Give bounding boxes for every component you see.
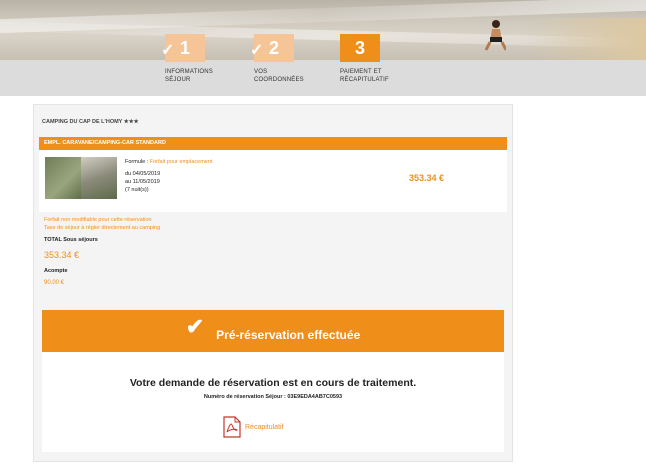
step-number: ✓ 2 xyxy=(250,34,294,62)
note-line: Taxe de séjour à régler directement au c… xyxy=(44,225,161,231)
step-number: 3 xyxy=(340,34,380,62)
step-label: Vos coordonnées xyxy=(254,69,304,83)
reservation-panel: CAMPING DU CAP DE L'HOMY ★★★ EMPL. CARAV… xyxy=(33,104,513,462)
offer-photo xyxy=(45,157,117,199)
total-label: TOTAL Sous séjours xyxy=(44,237,98,243)
step-label: Informations séjour xyxy=(165,69,213,83)
total-value: 353.34 € xyxy=(44,250,80,260)
pdf-icon xyxy=(223,416,241,438)
processing-text: Votre demande de réservation est en cour… xyxy=(129,377,417,389)
check-icon: ✔ xyxy=(185,314,205,339)
recap-label: Récapitulatif xyxy=(245,423,284,431)
recap-link[interactable]: Récapitulatif xyxy=(223,414,284,440)
date-from: du 04/05/2019 xyxy=(125,171,161,177)
offer-price: 353.34 € xyxy=(409,173,445,183)
notes: Forfait non modifiable pour cette réserv… xyxy=(44,216,160,232)
confirmation-banner: ✔ Pré-réservation effectuée xyxy=(42,310,504,352)
note-line: Forfait non modifiable pour cette réserv… xyxy=(44,217,152,223)
step-number: ✓ 1 xyxy=(161,34,205,62)
nights: (7 nuit(s)) xyxy=(125,187,149,193)
step-number-value: 2 xyxy=(268,37,279,58)
date-to: au 11/05/2019 xyxy=(125,179,160,185)
camping-name: CAMPING DU CAP DE L'HOMY ★★★ xyxy=(42,119,139,125)
offer-title: EMPL. CARAVANE/CAMPING-CAR STANDARD xyxy=(39,137,507,150)
beach-sand xyxy=(526,18,646,60)
confirmation-text: Pré-réservation effectuée xyxy=(216,328,361,342)
step-2[interactable]: ✓ 2 Vos coordonnées xyxy=(250,34,344,84)
step-3: 3 Paiement et récapitulatif xyxy=(340,34,430,84)
check-icon: ✓ xyxy=(250,42,264,59)
confirmation-body: Votre demande de réservation est en cour… xyxy=(42,352,504,452)
reservation-number: Numéro de réservation Séjour : 03E9EDA4A… xyxy=(203,394,343,400)
offer-card: Formule : Forfait pour emplacement du 04… xyxy=(39,150,507,212)
step-number-value: 3 xyxy=(354,37,365,58)
check-icon: ✓ xyxy=(161,42,175,59)
deposit-value: 90.00 € xyxy=(44,280,65,286)
deposit-label: Acompte xyxy=(44,268,68,274)
formula-value: Forfait pour emplacement xyxy=(149,159,213,165)
step-number-value: 1 xyxy=(179,37,190,58)
offer-info: Formule : Forfait pour emplacement du 04… xyxy=(125,158,212,194)
step-label: Paiement et récapitulatif xyxy=(340,69,389,83)
person-image xyxy=(484,20,506,51)
formula-label: Formule : xyxy=(125,159,149,165)
step-1[interactable]: ✓ 1 Informations séjour xyxy=(161,34,255,84)
